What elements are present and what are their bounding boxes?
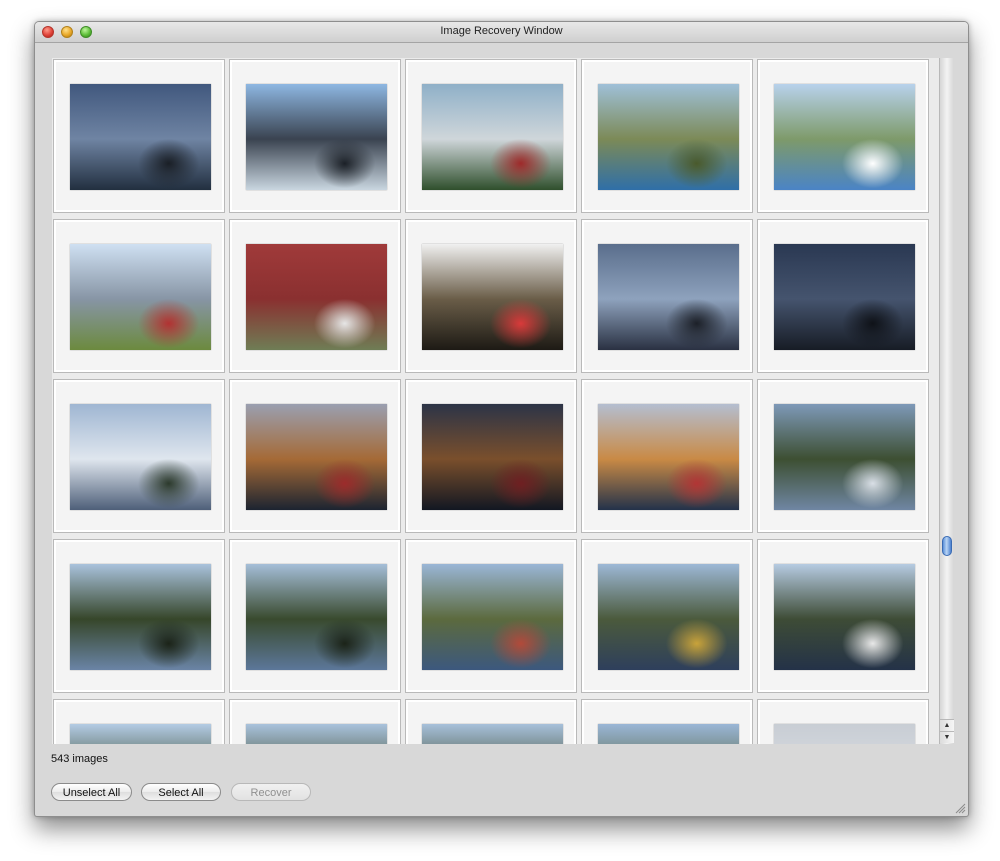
thumbnail-tile[interactable] <box>405 219 577 373</box>
thumbnail-image-wharf-houses-bright <box>598 404 739 510</box>
recover-button[interactable]: Recover <box>231 783 311 801</box>
thumbnail-tile[interactable] <box>581 59 753 213</box>
thumbnail-image-rotated-lake-b <box>70 564 211 670</box>
thumbnail-tile[interactable] <box>757 379 929 533</box>
thumbnail-tile[interactable] <box>405 699 577 744</box>
thumbnail-tile[interactable] <box>757 539 929 693</box>
thumbnail-image-rotated-lake-d <box>422 564 563 670</box>
scroll-down-arrow-icon[interactable]: ▼ <box>940 731 954 743</box>
unselect-all-button[interactable]: Unselect All <box>51 783 132 801</box>
thumbnail-tile[interactable] <box>581 539 753 693</box>
resize-grip-icon[interactable] <box>955 803 966 814</box>
thumbnail-tile[interactable] <box>229 699 401 744</box>
thumbnail-image-red-wooden-wall <box>246 244 387 350</box>
thumbnail-tile[interactable] <box>581 219 753 373</box>
thumbnail-image-partial-b <box>246 724 387 744</box>
thumbnail-image-rotated-lake-e <box>598 564 739 670</box>
thumbnail-image-wharf-houses <box>246 404 387 510</box>
thumbnail-tile[interactable] <box>405 539 577 693</box>
thumbnail-image-bridge-dusk <box>598 244 739 350</box>
scroll-up-arrow-icon[interactable]: ▲ <box>940 719 954 731</box>
thumbnail-image-village-houses <box>422 84 563 190</box>
thumbnail-tile[interactable] <box>757 59 929 213</box>
thumbnail-tile[interactable] <box>405 379 577 533</box>
thumbnail-image-partial-e <box>774 724 915 744</box>
thumbnail-image-jagged-mountains <box>246 84 387 190</box>
thumbnail-image-bridge-dark <box>774 244 915 350</box>
thumbnail-tile[interactable] <box>53 539 225 693</box>
thumbnail-tile[interactable] <box>229 539 401 693</box>
thumbnail-tile[interactable] <box>581 379 753 533</box>
thumbnail-tile[interactable] <box>757 219 929 373</box>
image-count-label: 543 images <box>51 753 108 765</box>
thumbnail-tile[interactable] <box>581 699 753 744</box>
thumbnail-image-rotated-lake-f <box>774 564 915 670</box>
thumbnail-tile[interactable] <box>229 379 401 533</box>
thumbnail-tile[interactable] <box>53 59 225 213</box>
thumbnail-image-partial-a <box>70 724 211 744</box>
thumbnail-image-cloudy-fjord-sky <box>70 84 211 190</box>
thumbnail-image-partial-c <box>422 724 563 744</box>
thumbnail-tile[interactable] <box>229 219 401 373</box>
title-bar[interactable]: Image Recovery Window <box>35 22 968 43</box>
vertical-scrollbar[interactable]: ▲ ▼ <box>939 58 954 744</box>
thumbnail-tile[interactable] <box>53 379 225 533</box>
thumbnail-image-valley-village <box>774 84 915 190</box>
scrollbar-thumb[interactable] <box>942 536 952 556</box>
thumbnail-image-harbor-boat <box>422 244 563 350</box>
image-recovery-window: Image Recovery Window ▲ ▼ 543 images Uns… <box>34 21 969 817</box>
thumbnail-image-bridge-day <box>70 404 211 510</box>
thumbnail-image-mountain-red-barn <box>70 244 211 350</box>
thumbnail-image-rotated-lake-c <box>246 564 387 670</box>
thumbnail-tile[interactable] <box>53 219 225 373</box>
thumbnail-tile[interactable] <box>405 59 577 213</box>
thumbnail-tile[interactable] <box>757 699 929 744</box>
thumbnail-image-wharf-houses-dark <box>422 404 563 510</box>
thumbnail-image-rotated-lake-a <box>774 404 915 510</box>
thumbnail-image-coastal-cliff <box>598 84 739 190</box>
window-title: Image Recovery Window <box>440 25 563 37</box>
thumbnail-tile[interactable] <box>229 59 401 213</box>
thumbnail-tile[interactable] <box>53 699 225 744</box>
select-all-button[interactable]: Select All <box>141 783 221 801</box>
thumbnail-image-partial-d <box>598 724 739 744</box>
thumbnail-grid-view[interactable] <box>52 58 940 744</box>
